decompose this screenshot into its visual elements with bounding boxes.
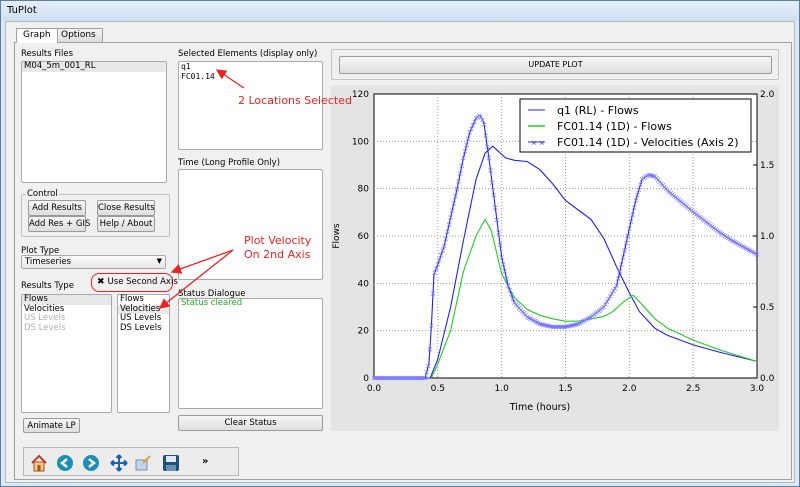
y-tick-label: 0 (363, 374, 369, 384)
x-tick-label: 3.0 (750, 384, 765, 394)
y-tick-label: 120 (352, 90, 369, 100)
legend-x-marker-icon: × × (531, 139, 545, 147)
legend: × × q1 (RL) - Flows FC01.14 (1D) - Flows… (519, 98, 752, 153)
x-tick-label: 2.5 (686, 384, 700, 394)
y-tick-label: 20 (358, 327, 370, 337)
x-tick-label: 0.0 (367, 384, 382, 394)
y-axis-label: Flows (332, 223, 342, 249)
y-tick-label: 40 (358, 279, 370, 289)
legend-label: FC01.14 (1D) - Velocities (Axis 2) (557, 136, 739, 149)
y2-tick-label: 0.5 (760, 303, 774, 313)
y2-tick-label: 0.0 (760, 374, 775, 384)
x-tick-label: 1.5 (558, 384, 572, 394)
y2-tick-label: 2.0 (760, 90, 775, 100)
y2-tick-label: 1.0 (760, 232, 775, 242)
x-tick-label: 1.0 (495, 384, 510, 394)
chart: 0.0 0.5 1.0 1.5 2.0 2.5 3.0 0 20 40 60 80 100 120 0.0 0… (332, 90, 775, 413)
legend-label: FC01.14 (1D) - Flows (557, 120, 672, 133)
tab-graph[interactable]: Graph (16, 28, 58, 43)
y-tick-label: 80 (358, 185, 370, 195)
y-tick-label: 60 (358, 232, 370, 242)
x-axis-label: Time (hours) (509, 402, 570, 413)
legend-label: q1 (RL) - Flows (557, 104, 639, 117)
y2-tick-label: 1.5 (760, 161, 774, 171)
y-tick-label: 100 (352, 137, 369, 147)
x-tick-label: 0.5 (431, 384, 445, 394)
x-tick-label: 2.0 (622, 384, 637, 394)
